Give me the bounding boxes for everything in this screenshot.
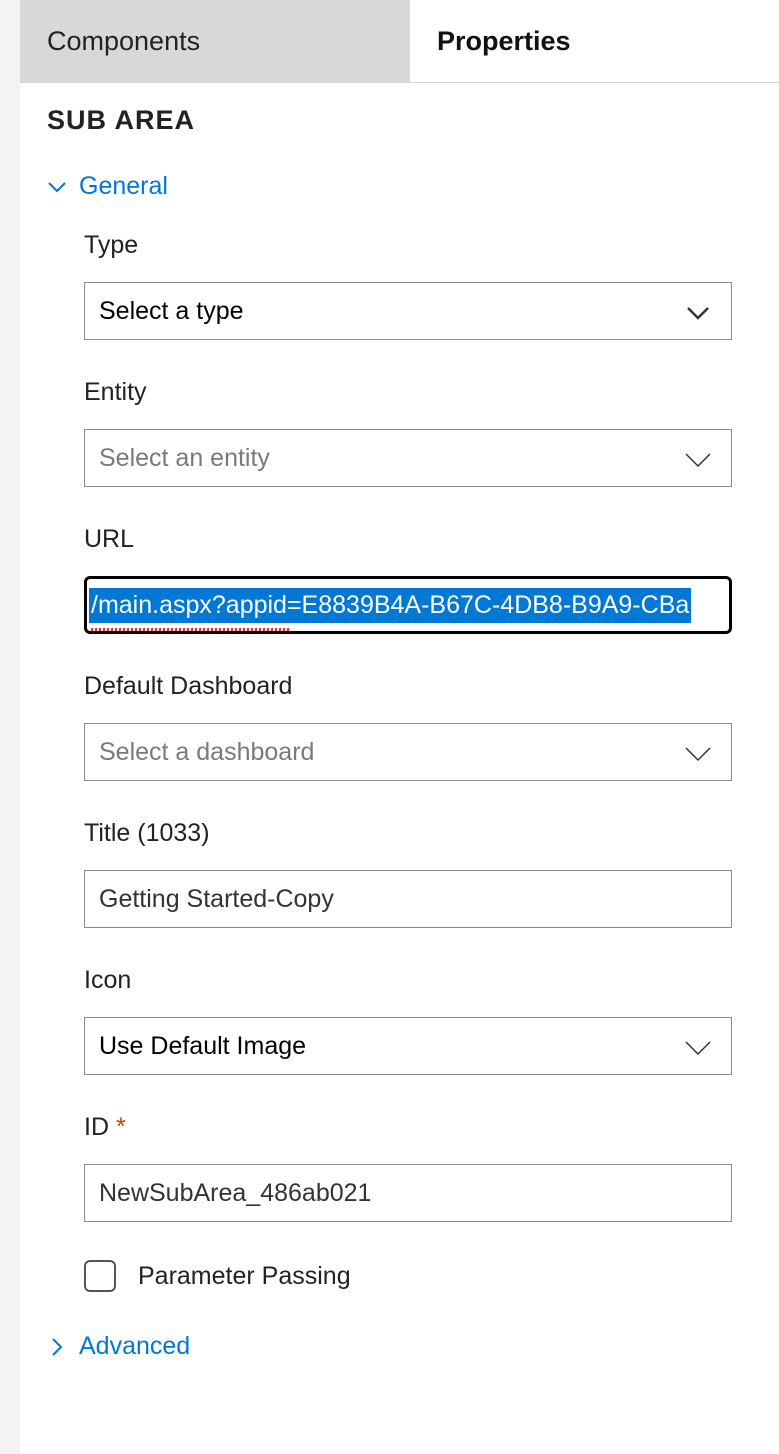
label-icon: Icon [84,966,732,995]
chevron-down-icon [683,448,713,468]
section-general-toggle[interactable]: General [47,172,752,201]
properties-panel: Components Properties SUB AREA General T… [20,0,779,1454]
id-value: NewSubArea_486ab021 [99,1179,371,1208]
label-url: URL [84,525,732,554]
tab-components[interactable]: Components [20,0,410,82]
field-default-dashboard: Default Dashboard Select a dashboard [84,672,732,781]
select-icon[interactable]: Use Default Image [84,1017,732,1075]
chevron-down-icon [683,742,713,762]
field-type: Type Select a type [84,231,732,340]
section-advanced-toggle[interactable]: Advanced [47,1332,752,1361]
checkbox-parameter-passing[interactable] [84,1260,116,1292]
select-type-value: Select a type [99,297,244,326]
title-value: Getting Started-Copy [99,885,334,914]
input-url[interactable]: /main.aspx?appid=E8839B4A-B67C-4DB8-B9A9… [84,576,732,634]
field-id: ID * NewSubArea_486ab021 [84,1113,732,1222]
select-entity-placeholder: Select an entity [99,444,270,473]
label-parameter-passing: Parameter Passing [138,1262,351,1291]
section-advanced-label: Advanced [79,1332,190,1361]
section-general-label: General [79,172,168,201]
chevron-down-icon [47,177,67,197]
select-type[interactable]: Select a type [84,282,732,340]
required-mark: * [116,1113,126,1141]
label-title: Title (1033) [84,819,732,848]
label-id: ID * [84,1113,732,1142]
label-entity: Entity [84,378,732,407]
icon-value: Use Default Image [99,1032,306,1061]
content-area: General Type Select a type Entity Select… [20,172,779,1361]
url-value: /main.aspx?appid=E8839B4A-B67C-4DB8-B9A9… [89,588,691,623]
input-title[interactable]: Getting Started-Copy [84,870,732,928]
chevron-down-icon [683,1036,713,1056]
chevron-right-icon [47,1337,67,1357]
field-parameter-passing: Parameter Passing [84,1260,732,1292]
tab-properties[interactable]: Properties [410,0,779,82]
label-id-text: ID [84,1113,109,1141]
field-entity: Entity Select an entity [84,378,732,487]
label-type: Type [84,231,732,260]
input-id[interactable]: NewSubArea_486ab021 [84,1164,732,1222]
select-entity[interactable]: Select an entity [84,429,732,487]
tab-bar: Components Properties [20,0,779,83]
field-icon: Icon Use Default Image [84,966,732,1075]
general-fields: Type Select a type Entity Select an enti… [47,231,752,1292]
page-title: SUB AREA [20,83,779,154]
select-default-dashboard[interactable]: Select a dashboard [84,723,732,781]
field-url: URL /main.aspx?appid=E8839B4A-B67C-4DB8-… [84,525,732,634]
field-title: Title (1033) Getting Started-Copy [84,819,732,928]
label-default-dashboard: Default Dashboard [84,672,732,701]
chevron-down-icon [683,301,713,321]
select-dashboard-placeholder: Select a dashboard [99,738,314,767]
spellcheck-wave [89,628,289,631]
